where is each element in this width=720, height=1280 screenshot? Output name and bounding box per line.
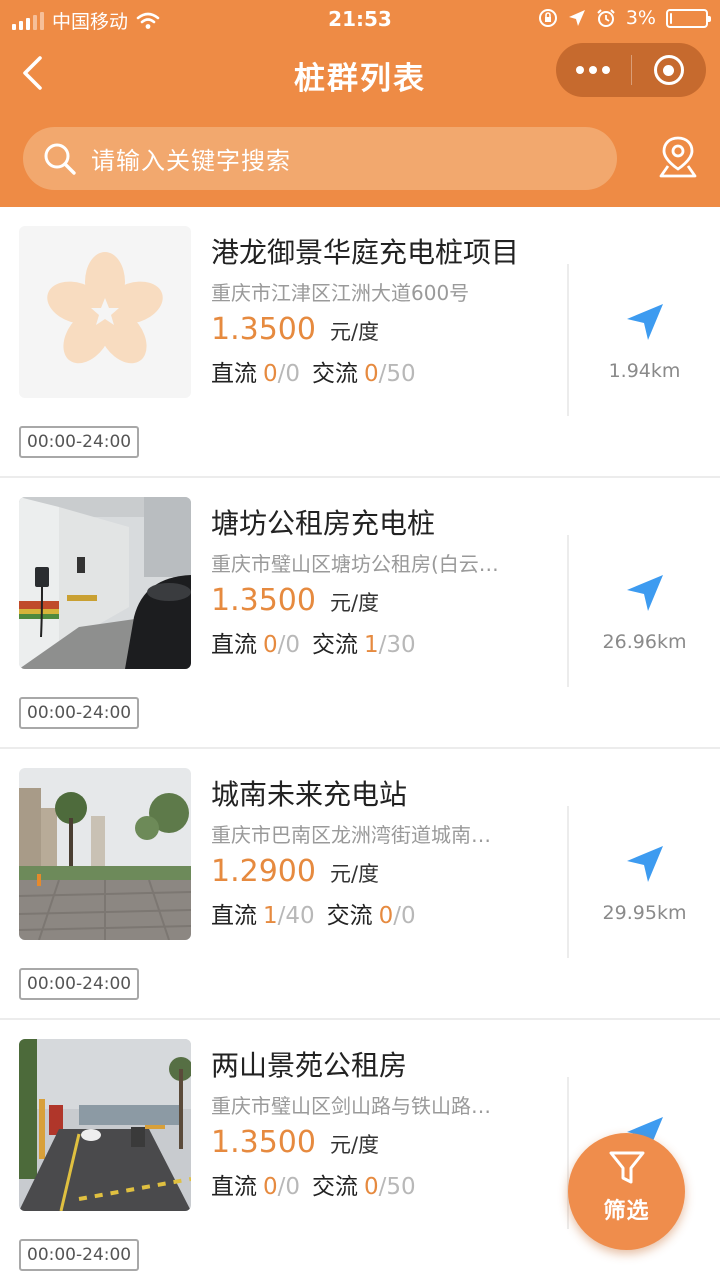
station-address: 重庆市巴南区龙洲湾街道城南… [211, 823, 491, 847]
opening-hours-badge: 00:00-24:00 [19, 697, 140, 729]
dc-total: /0 [277, 632, 301, 658]
flower-logo-icon [47, 252, 163, 364]
station-name: 港龙御景华庭充电桩项目 [211, 236, 520, 269]
navigate-button[interactable]: 26.96km [569, 568, 720, 668]
price-unit: 元/度 [329, 320, 380, 344]
station-name: 两山景苑公租房 [211, 1049, 408, 1082]
target-circle-icon [653, 55, 684, 85]
more-dots-icon [576, 66, 611, 74]
price-unit: 元/度 [329, 591, 380, 615]
ac-available: 0 [364, 361, 379, 387]
ac-total: /30 [378, 632, 416, 658]
price-unit: 元/度 [329, 862, 380, 886]
station-card[interactable]: 塘坊公租房充电桩 重庆市璧山区塘坊公租房(白云… 1.3500 元/度 直流 0… [0, 478, 720, 749]
opening-hours-badge: 00:00-24:00 [19, 968, 140, 1000]
navigation-arrow-icon [626, 846, 663, 882]
station-distance: 26.96km [602, 631, 687, 653]
search-placeholder: 请输入关键字搜索 [91, 147, 291, 175]
station-list: 港龙御景华庭充电桩项目 重庆市江津区江洲大道600号 1.3500 元/度 直流… [0, 207, 720, 1280]
orientation-lock-icon [538, 9, 557, 27]
battery-percent: 3% [625, 7, 656, 29]
station-photo [19, 497, 191, 669]
ac-total: /0 [393, 903, 416, 929]
station-name: 塘坊公租房充电桩 [211, 507, 436, 540]
station-price: 1.3500 [211, 1125, 316, 1160]
ac-label: 交流 [312, 632, 359, 658]
ac-total: /50 [378, 361, 416, 387]
location-arrow-icon [568, 10, 585, 26]
station-price: 1.3500 [211, 583, 316, 618]
station-address: 重庆市璧山区塘坊公租房(白云… [211, 552, 499, 576]
ac-label: 交流 [312, 1174, 359, 1200]
miniprogram-capsule [556, 43, 706, 97]
funnel-icon [609, 1151, 644, 1184]
garage-photo-image [19, 497, 191, 669]
dc-total: /0 [277, 1174, 301, 1200]
price-unit: 元/度 [329, 1133, 380, 1157]
dc-available: 0 [263, 1174, 278, 1200]
filter-button[interactable]: 筛选 [568, 1133, 685, 1250]
dc-available: 1 [263, 903, 278, 929]
dc-total: /40 [277, 903, 315, 929]
station-name: 城南未来充电站 [211, 778, 408, 811]
search-input[interactable]: 请输入关键字搜索 [23, 127, 617, 190]
dc-label: 直流 [211, 632, 257, 658]
more-button[interactable] [556, 43, 631, 97]
navigate-button[interactable]: 29.95km [569, 839, 720, 939]
station-card[interactable]: 港龙御景华庭充电桩项目 重庆市江津区江洲大道600号 1.3500 元/度 直流… [0, 207, 720, 478]
close-miniprogram-button[interactable] [632, 43, 707, 97]
station-price: 1.2900 [211, 854, 316, 889]
filter-label: 筛选 [603, 1199, 650, 1224]
station-address: 重庆市江津区江洲大道600号 [211, 281, 470, 305]
back-button[interactable] [12, 50, 52, 96]
map-pin-icon[interactable] [658, 135, 698, 179]
navigate-button[interactable]: 1.94km [569, 297, 720, 397]
opening-hours-badge: 00:00-24:00 [19, 1239, 140, 1271]
status-bar: 中国移动 21:53 3% [0, 0, 720, 38]
station-photo [19, 768, 191, 940]
station-distance: 29.95km [602, 902, 687, 924]
station-price: 1.3500 [211, 312, 316, 347]
station-photo [19, 1039, 191, 1211]
road-gate-photo-image [19, 1039, 191, 1211]
dc-label: 直流 [211, 361, 257, 387]
nav-bar: 桩群列表 [0, 38, 720, 108]
dc-label: 直流 [211, 1174, 257, 1200]
alarm-icon [597, 9, 615, 27]
station-address: 重庆市璧山区剑山路与铁山路… [211, 1094, 491, 1118]
ac-available: 0 [378, 903, 394, 929]
dc-available: 0 [263, 361, 278, 387]
navigation-arrow-icon [626, 304, 663, 340]
station-image-placeholder [19, 226, 191, 398]
search-icon [44, 143, 76, 175]
battery-icon [666, 8, 711, 28]
opening-hours-badge: 00:00-24:00 [19, 426, 140, 458]
dc-label: 直流 [211, 903, 257, 929]
header: 中国移动 21:53 3% 桩群列表 请输入关键字搜索 [0, 0, 720, 207]
plaza-photo-image [19, 768, 191, 940]
dc-available: 0 [263, 632, 278, 658]
ac-total: /50 [378, 1174, 416, 1200]
chevron-left-icon [23, 56, 42, 90]
station-card[interactable]: 城南未来充电站 重庆市巴南区龙洲湾街道城南… 1.2900 元/度 直流 1 /… [0, 749, 720, 1020]
ac-label: 交流 [312, 361, 359, 387]
dc-total: /0 [277, 361, 301, 387]
navigation-arrow-icon [626, 575, 663, 611]
station-distance: 1.94km [608, 360, 681, 382]
ac-label: 交流 [326, 903, 373, 929]
ac-available: 1 [364, 632, 379, 658]
ac-available: 0 [364, 1174, 379, 1200]
